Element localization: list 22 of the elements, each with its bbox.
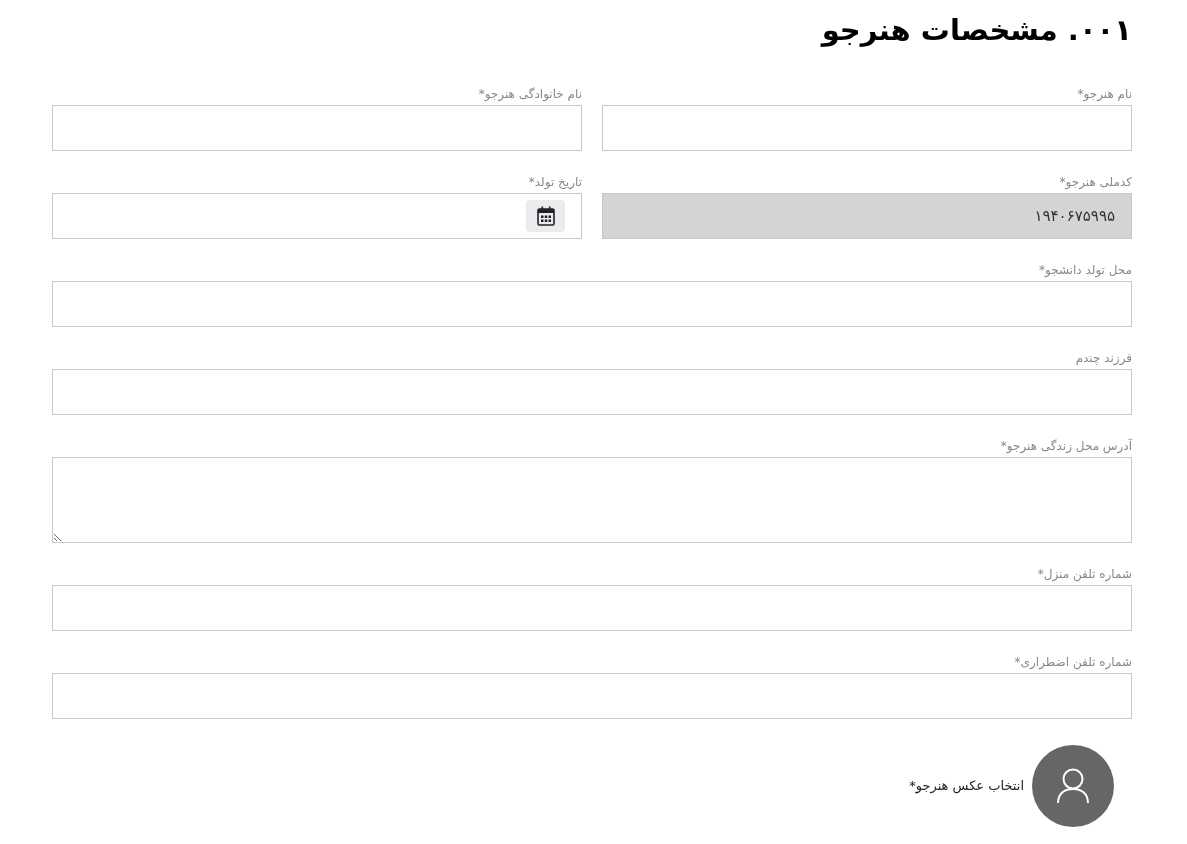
address-field[interactable]	[52, 457, 1132, 543]
photo-label: انتخاب عکس هنرجو*	[909, 777, 1024, 796]
text-field[interactable]	[52, 585, 1132, 631]
text-field[interactable]	[52, 281, 1132, 327]
text-field[interactable]	[52, 369, 1132, 415]
calendar-button[interactable]	[526, 200, 565, 232]
text-field[interactable]	[52, 105, 582, 151]
field-label: تاریخ تولد*	[528, 174, 582, 191]
date-field[interactable]	[52, 193, 582, 239]
page-title: ۰۰۱. مشخصات هنرجو	[821, 12, 1132, 49]
field-label: فرزند چندم	[1075, 350, 1132, 367]
field-label: شماره تلفن اضطراری*	[1014, 654, 1132, 671]
field-label: نام هنرجو*	[1077, 86, 1132, 103]
text-field[interactable]	[52, 673, 1132, 719]
field-label: محل تولد دانشجو*	[1038, 262, 1132, 279]
user-icon	[1057, 768, 1089, 804]
text-field[interactable]	[602, 105, 1132, 151]
field-label: شماره تلفن منزل*	[1037, 566, 1132, 583]
calendar-icon	[536, 206, 555, 226]
field-label: نام خانوادگی هنرجو*	[478, 86, 582, 103]
field-label: آدرس محل زندگی هنرجو*	[1000, 437, 1132, 455]
field-label: کدملی هنرجو*	[1059, 174, 1132, 191]
